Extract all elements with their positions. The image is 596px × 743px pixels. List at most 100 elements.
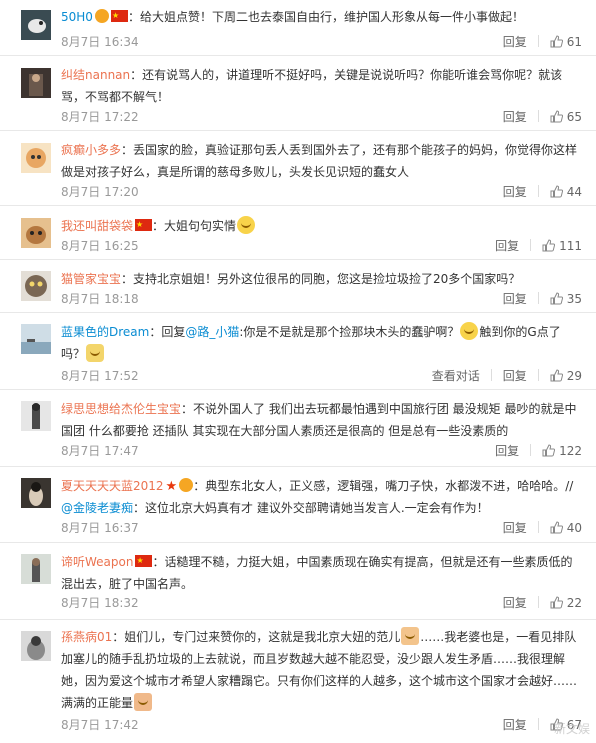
divider — [537, 369, 539, 381]
avatar[interactable] — [21, 143, 51, 173]
like-button[interactable]: 111 — [542, 239, 582, 253]
avatar[interactable] — [21, 554, 51, 584]
avatar[interactable] — [21, 401, 51, 431]
comment-item: 蓝果色的Dream：回复@路_小猫:你是不是就是那个捡那块木头的蠢驴啊？ 触到你的… — [0, 313, 596, 390]
comment-item: 谛听Weapon：话糙理不糙，力挺大姐，中国素质现在确实有提高，但就是还有一些素… — [0, 543, 596, 620]
username[interactable]: 夏天天天天蓝2012 — [61, 479, 164, 493]
like-button[interactable]: 22 — [550, 596, 582, 610]
like-button[interactable]: 35 — [550, 292, 582, 306]
china-flag-icon — [110, 5, 128, 27]
timestamp: 8月7日 16:34 — [61, 35, 139, 49]
avatar[interactable] — [21, 478, 51, 508]
timestamp: 8月7日 17:42 — [61, 718, 139, 732]
comment-text: ：这位北京大妈真有才 建议外交部聘请她当发言人.一定会有作为！ — [133, 501, 489, 515]
avatar[interactable] — [21, 68, 51, 98]
reply-button[interactable]: 回复 — [503, 596, 527, 610]
comment-item: 50H0 ：给大姐点赞！下周二也去泰国自由行，维护国人形象从每一件小事做起！ 8月… — [0, 0, 596, 56]
divider — [537, 185, 539, 197]
avatar[interactable] — [21, 10, 51, 40]
like-button[interactable]: 61 — [550, 35, 582, 49]
avatar[interactable] — [21, 631, 51, 661]
comment-item: 夏天天天天蓝2012 ★ ：典型东北女人，正义感，逻辑强，嘴刀子快，水都泼不进，哈哈… — [0, 467, 596, 543]
username[interactable]: 蓝果色的Dream — [61, 325, 149, 339]
reply-button[interactable]: 回复 — [495, 444, 519, 458]
comment-text: ：回复 — [149, 325, 186, 339]
comment-body: 谛听Weapon：话糙理不糙，力挺大姐，中国素质现在确实有提高，但就是还有一些素… — [61, 550, 582, 595]
laugh-emoji-icon — [460, 322, 479, 340]
comment-body: 蓝果色的Dream：回复@路_小猫:你是不是就是那个捡那块木头的蠢驴啊？ 触到你的… — [61, 321, 582, 365]
timestamp: 8月7日 16:37 — [61, 521, 139, 535]
thumbs-up-icon — [550, 369, 563, 382]
timestamp: 8月7日 16:25 — [61, 239, 139, 253]
like-count: 40 — [566, 521, 582, 535]
divider — [537, 292, 539, 304]
divider — [530, 239, 532, 251]
avatar[interactable] — [21, 218, 51, 248]
like-count: 61 — [566, 35, 582, 49]
like-count: 111 — [559, 239, 582, 253]
reply-button[interactable]: 回复 — [503, 292, 527, 306]
divider — [490, 369, 492, 381]
comment-body: 绿思思想给杰伦生宝宝：不说外国人了 我们出去玩都最怕遇到中国旅行团 最没规矩 最… — [61, 398, 582, 442]
mention-link[interactable]: @金陵老妻痴 — [61, 501, 133, 515]
comment-meta: 8月7日 17:22 回复 65 — [61, 108, 582, 126]
like-count: 122 — [559, 444, 582, 458]
thumbs-up-icon — [550, 185, 563, 198]
comment-body: 我还叫甜袋袋 ：大姐句句实情 — [61, 214, 582, 237]
comment-body: 猫管家宝宝：支持北京姐姐！另外这位很吊的同胞，您这是捡垃圾捡了20多个国家吗？ — [61, 268, 582, 290]
reply-button[interactable]: 回复 — [503, 369, 527, 383]
like-button[interactable]: 40 — [550, 521, 582, 535]
reply-button[interactable]: 回复 — [503, 521, 527, 535]
reply-button[interactable]: 回复 — [503, 718, 527, 732]
comment-text: ：姐们儿，专门过来赞你的，这就是我北京大妞的范儿 — [112, 630, 401, 644]
comment-item: 纠结nannan：还有说骂人的，讲道理听不挺好吗，关键是说说听吗？你能听谁会骂你… — [0, 56, 596, 131]
divider — [537, 110, 539, 122]
comment-text: ：典型东北女人，正义感，逻辑强，嘴刀子快，水都泼不进，哈哈哈。// — [193, 479, 574, 493]
divider — [530, 444, 532, 456]
like-count: 22 — [566, 596, 582, 610]
star-badge-icon: ★ — [165, 479, 178, 494]
avatar[interactable] — [21, 271, 51, 301]
comment-item: 孫燕病01：姐们儿，专门过来赞你的，这就是我北京大妞的范儿 ……我老婆也是，一看见… — [0, 620, 596, 743]
comment-meta: 8月7日 16:37 回复 40 — [61, 519, 582, 537]
view-dialog-button[interactable]: 查看对话 — [432, 369, 480, 383]
thumbs-up-icon — [550, 292, 563, 305]
comment-item: 我还叫甜袋袋 ：大姐句句实情 8月7日 16:25 回复 111 — [0, 206, 596, 260]
like-button[interactable]: 29 — [550, 369, 582, 383]
china-flag-icon — [135, 550, 153, 572]
comment-text: :你是不是就是那个捡那块木头的蠢驴啊？ — [239, 325, 460, 339]
comment-meta: 8月7日 18:32 回复 22 — [61, 594, 582, 612]
username[interactable]: 绿思思想给杰伦生宝宝 — [61, 402, 181, 416]
like-button[interactable]: 122 — [542, 444, 582, 458]
divider — [537, 596, 539, 608]
thumbs-up-icon — [542, 239, 556, 252]
timestamp: 8月7日 17:47 — [61, 444, 139, 458]
like-button[interactable]: 65 — [550, 110, 582, 124]
avatar[interactable] — [21, 324, 51, 354]
timestamp: 8月7日 17:52 — [61, 369, 139, 383]
reply-button[interactable]: 回复 — [503, 35, 527, 49]
comment-text: ：支持北京姐姐！另外这位很吊的同胞，您这是捡垃圾捡了20多个国家吗？ — [121, 272, 521, 286]
divider — [537, 35, 539, 47]
muscle-emoji-icon — [134, 693, 153, 711]
username[interactable]: 猫管家宝宝 — [61, 272, 121, 286]
thumbs-up-icon — [550, 110, 563, 123]
timestamp: 8月7日 17:22 — [61, 110, 139, 124]
username[interactable]: 纠结nannan — [61, 68, 130, 82]
thumbs-up-icon — [550, 596, 563, 609]
username[interactable]: 孫燕病01 — [61, 630, 112, 644]
divider — [537, 521, 539, 533]
mention-link[interactable]: @路_小猫 — [185, 325, 239, 339]
comment-meta: 8月7日 17:20 回复 44 — [61, 183, 582, 201]
reply-button[interactable]: 回复 — [503, 110, 527, 124]
username[interactable]: 50H0 — [61, 10, 93, 24]
username[interactable]: 我还叫甜袋袋 — [61, 219, 133, 233]
reply-button[interactable]: 回复 — [503, 185, 527, 199]
username[interactable]: 谛听Weapon — [61, 555, 133, 569]
username[interactable]: 疯癫小多多 — [61, 143, 121, 157]
smile-emoji-icon — [237, 216, 256, 234]
comment-meta: 8月7日 17:52 查看对话 回复 29 — [61, 367, 582, 385]
like-button[interactable]: 44 — [550, 185, 582, 199]
reply-button[interactable]: 回复 — [495, 239, 519, 253]
comment-body: 夏天天天天蓝2012 ★ ：典型东北女人，正义感，逻辑强，嘴刀子快，水都泼不进，哈哈… — [61, 475, 582, 519]
